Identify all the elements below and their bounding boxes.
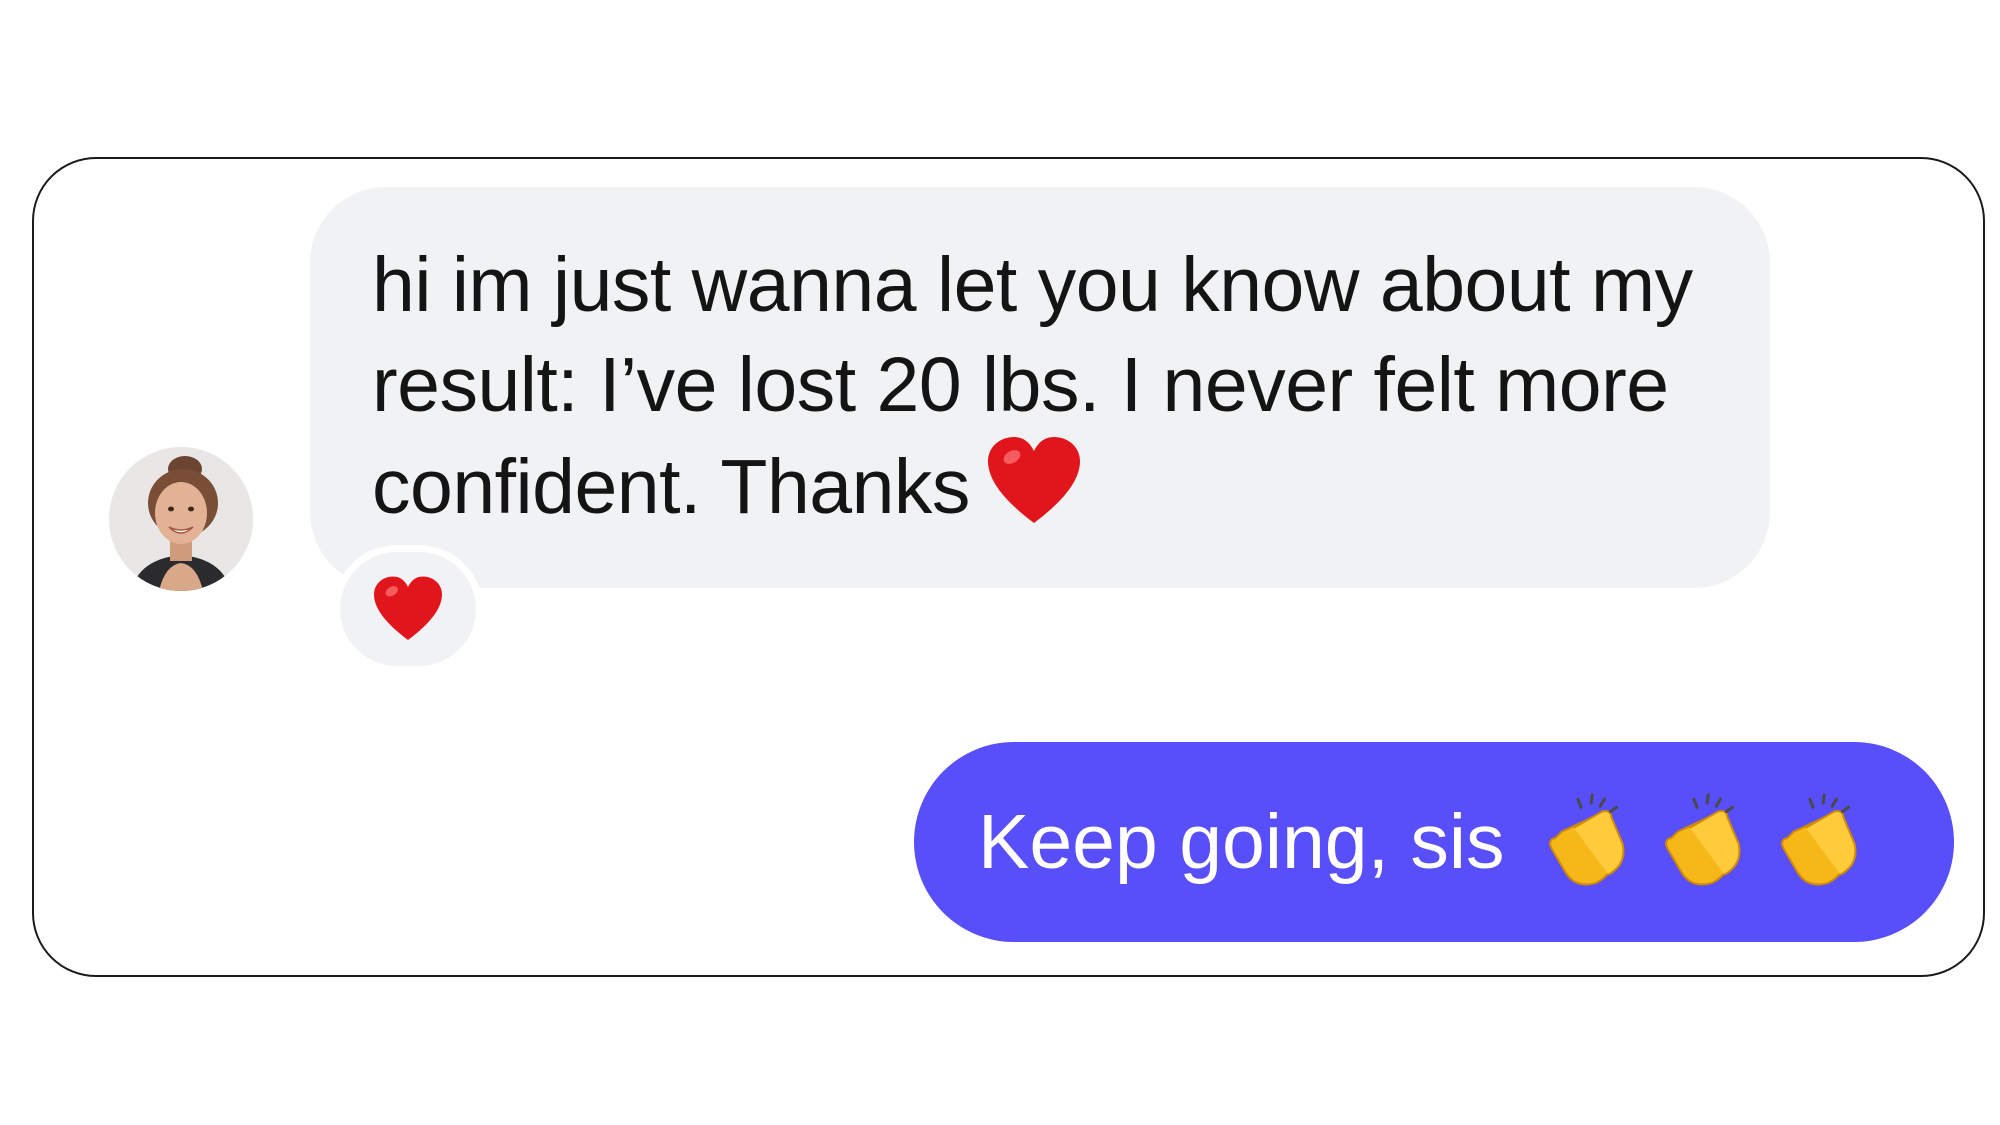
outgoing-message-text: Keep going, sis [978,798,1505,885]
avatar[interactable] [109,447,253,591]
incoming-message-bubble[interactable]: hi im just wanna let you know about my r… [310,187,1770,588]
heart-reaction[interactable] [333,545,483,673]
clapping-hands-icon [1533,791,1635,893]
avatar-photo [109,447,253,591]
clapping-hands-icon [1765,791,1867,893]
heart-icon [374,576,442,641]
clap-emoji-row [1533,791,1867,893]
clapping-hands-icon [1649,791,1751,893]
heart-icon [984,435,1084,527]
outgoing-message-bubble[interactable]: Keep going, sis [914,742,1954,942]
